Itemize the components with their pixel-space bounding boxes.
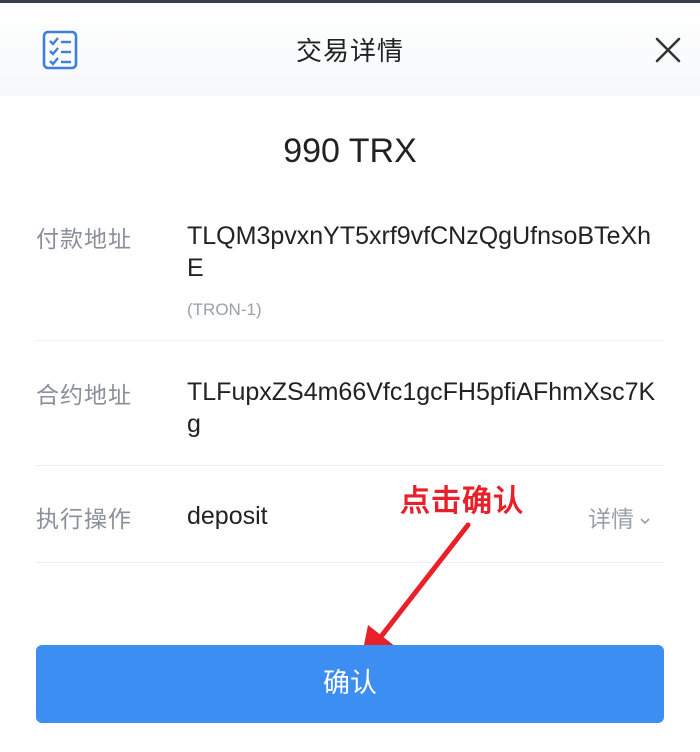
dialog-title: 交易详情 xyxy=(295,37,404,67)
transaction-amount: 990 TRX xyxy=(283,132,417,170)
divider xyxy=(36,465,664,466)
contract-address-label: 合约地址 xyxy=(36,383,132,409)
confirm-button[interactable]: 确认 xyxy=(36,645,664,723)
annotation-label: 点击确认 xyxy=(400,484,524,519)
contract-address-value: TLFupxZS4m66Vfc1gcFH5pfiAFhmXsc7Kg xyxy=(187,378,656,438)
action-detail-link[interactable]: 详情 xyxy=(588,500,652,534)
dialog-header: 交易详情 xyxy=(0,3,700,96)
payer-network: (TRON-1) xyxy=(187,300,262,319)
action-label: 执行操作 xyxy=(36,507,132,533)
payer-address-row: 付款地址 TLQM3pvxnYT5xrf9vfCNzQgUfnsoBTeXhE … xyxy=(36,220,664,320)
chevron-down-icon xyxy=(640,517,650,524)
payer-address-value: TLQM3pvxnYT5xrf9vfCNzQgUfnsoBTeXhE xyxy=(187,222,652,282)
divider xyxy=(36,340,664,341)
payer-address-label: 付款地址 xyxy=(36,227,132,253)
action-detail-label: 详情 xyxy=(588,507,634,533)
close-icon[interactable] xyxy=(652,34,684,66)
contract-address-row: 合约地址 TLFupxZS4m66Vfc1gcFH5pfiAFhmXsc7Kg xyxy=(36,376,664,446)
